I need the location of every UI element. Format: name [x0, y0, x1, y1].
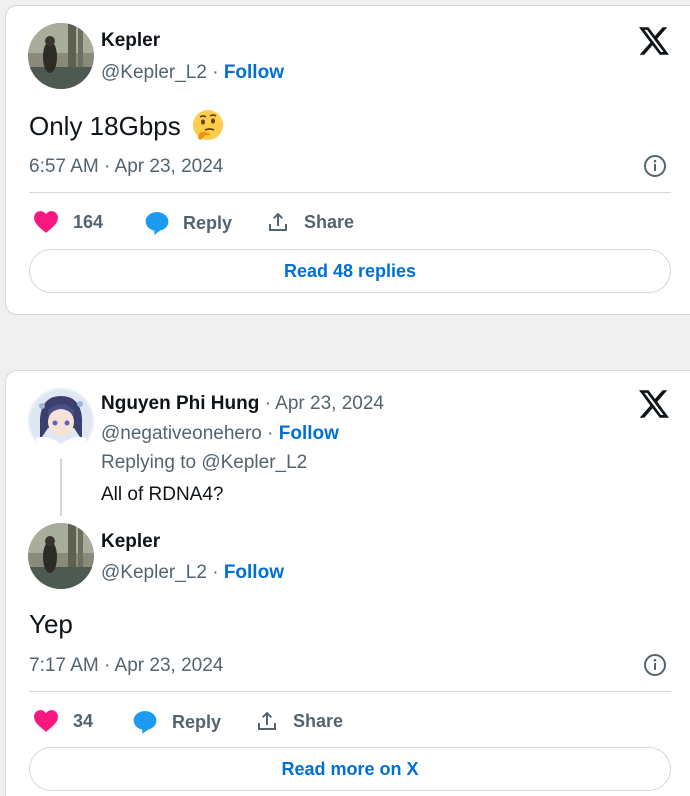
- tweet-text: Only 18Gbps: [29, 111, 181, 141]
- divider: [29, 691, 671, 692]
- info-icon[interactable]: [643, 653, 667, 677]
- thread-connector-line: [60, 459, 62, 516]
- reply-button[interactable]: Reply: [144, 210, 232, 236]
- tweet-text-line: Only 18Gbps: [29, 109, 224, 142]
- share-icon: [258, 711, 276, 730]
- tweet-card-1: Kepler @Kepler_L2 · Follow Only 18Gbps 6…: [5, 5, 690, 315]
- replying-to[interactable]: Replying to @Kepler_L2: [101, 452, 307, 474]
- author-handle-line: @Kepler_L2 · Follow: [101, 62, 284, 84]
- reply-label: Reply: [172, 711, 222, 732]
- heart-icon: [34, 211, 58, 233]
- share-icon: [269, 212, 287, 231]
- follow-button[interactable]: Follow: [224, 62, 284, 83]
- x-logo-icon[interactable]: [639, 390, 669, 418]
- separator-dot: ·: [212, 62, 219, 83]
- tweet-text: Yep: [29, 609, 73, 639]
- like-button[interactable]: 34: [33, 709, 93, 733]
- thinking-face-emoji-icon: [192, 110, 223, 140]
- divider: [29, 192, 671, 193]
- reply-bubble-icon: [133, 711, 157, 734]
- parent-tweet-text: All of RDNA4?: [101, 484, 224, 505]
- read-more-button[interactable]: Read more on X: [29, 747, 671, 791]
- like-button[interactable]: 164: [33, 210, 103, 234]
- like-count: 34: [73, 710, 94, 731]
- kepler-avatar[interactable]: [28, 523, 94, 589]
- info-icon[interactable]: [643, 154, 667, 178]
- like-count: 164: [73, 211, 104, 232]
- author-handle[interactable]: @Kepler_L2: [101, 562, 207, 583]
- parent-handle-line: @negativeonehero · Follow: [101, 423, 339, 445]
- parent-header-line: Nguyen Phi Hung · Apr 23, 2024: [101, 393, 384, 415]
- author-handle-line: @Kepler_L2 · Follow: [101, 562, 284, 584]
- share-button[interactable]: Share: [266, 210, 354, 234]
- separator-dot: ·: [267, 423, 274, 444]
- parent-author-name[interactable]: Nguyen Phi Hung: [101, 393, 259, 414]
- author-name[interactable]: Kepler: [101, 531, 160, 553]
- share-label: Share: [304, 211, 355, 232]
- tweet-card-2: Nguyen Phi Hung · Apr 23, 2024 @negative…: [5, 370, 690, 796]
- nguyen-avatar[interactable]: [28, 388, 94, 454]
- tweet-timestamp[interactable]: 7:17 AM · Apr 23, 2024: [29, 655, 223, 677]
- parent-handle[interactable]: @negativeonehero: [101, 423, 262, 444]
- share-label: Share: [293, 710, 344, 731]
- heart-icon: [34, 710, 58, 732]
- separator-dot: ·: [212, 562, 219, 583]
- follow-button[interactable]: Follow: [224, 562, 284, 583]
- reply-button[interactable]: Reply: [132, 709, 221, 735]
- author-handle[interactable]: @Kepler_L2: [101, 62, 207, 83]
- reply-label: Reply: [183, 212, 233, 233]
- share-button[interactable]: Share: [255, 709, 343, 733]
- reply-bubble-icon: [145, 212, 169, 235]
- tweet-timestamp[interactable]: 6:57 AM · Apr 23, 2024: [29, 156, 223, 178]
- author-name[interactable]: Kepler: [101, 30, 160, 52]
- kepler-avatar[interactable]: [28, 23, 94, 89]
- parent-follow-button[interactable]: Follow: [279, 423, 339, 444]
- read-replies-button[interactable]: Read 48 replies: [29, 249, 671, 293]
- x-logo-icon[interactable]: [639, 27, 669, 55]
- parent-date[interactable]: · Apr 23, 2024: [265, 393, 384, 414]
